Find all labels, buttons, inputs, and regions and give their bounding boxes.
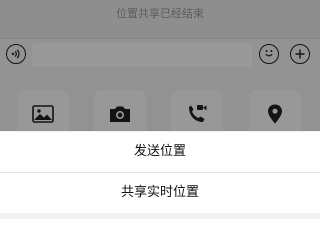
share-live-location-option[interactable]: 共享实时位置 [0,173,320,213]
send-location-option[interactable]: 发送位置 [0,132,320,172]
cancel-option[interactable] [0,219,320,240]
action-sheet: 发送位置 共享实时位置 [0,131,320,240]
